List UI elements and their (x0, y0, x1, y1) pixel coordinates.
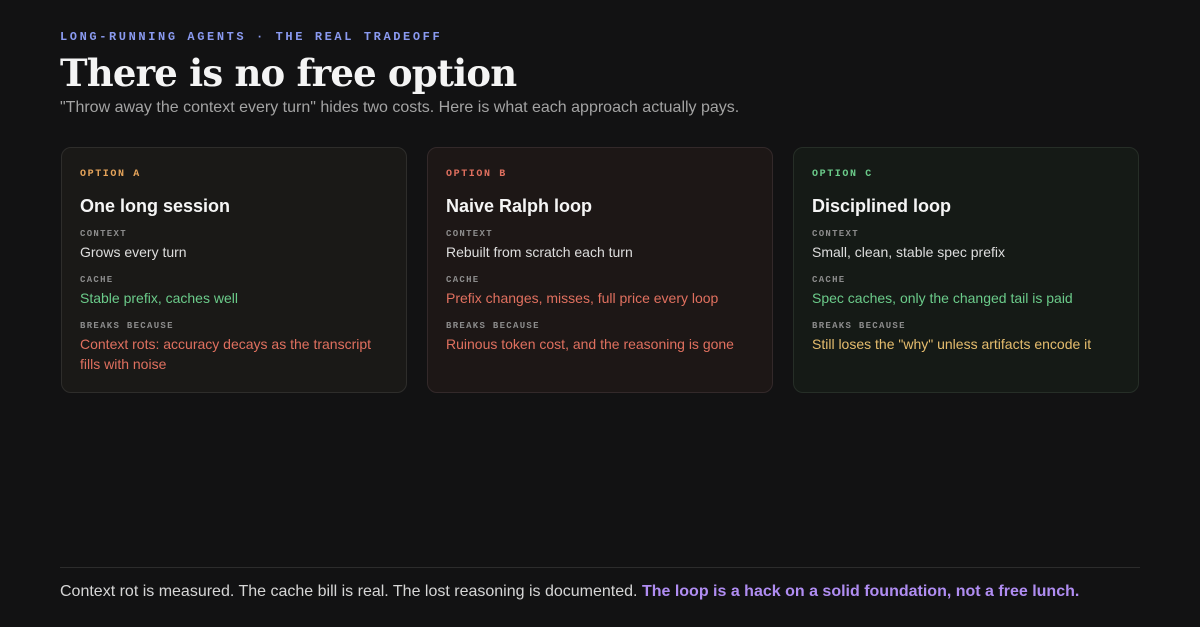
cache-label: CACHE (812, 275, 846, 285)
cache-value: Prefix changes, misses, full price every… (446, 290, 719, 306)
footer-emphasis: The loop is a hack on a solid foundation… (641, 583, 1080, 600)
breaks-value: Context rots: accuracy decays as the tra… (80, 336, 372, 372)
context-label: CONTEXT (446, 229, 493, 239)
footer-divider (60, 567, 1140, 568)
breaks-label: BREAKS BECAUSE (80, 321, 174, 331)
breaks-label: BREAKS BECAUSE (446, 321, 540, 331)
page-subtitle: "Throw away the context every turn" hide… (60, 99, 740, 116)
context-value: Grows every turn (80, 244, 187, 260)
option-label: OPTION B (446, 169, 507, 180)
option-title: One long session (80, 196, 231, 216)
kicker: LONG-RUNNING AGENTS · THE REAL TRADEOFF (60, 30, 443, 44)
cache-label: CACHE (80, 275, 114, 285)
breaks-value: Ruinous token cost, and the reasoning is… (446, 336, 734, 352)
cache-value: Spec caches, only the changed tail is pa… (812, 290, 1073, 306)
cache-label: CACHE (446, 275, 480, 285)
option-title: Naive Ralph loop (446, 196, 593, 216)
option-b-card: OPTION B Naive Ralph loop CONTEXT Rebuil… (427, 147, 773, 393)
option-a-card: OPTION A One long session CONTEXT Grows … (61, 147, 407, 393)
footer-text: Context rot is measured. The cache bill … (60, 583, 638, 600)
footer: Context rot is measured. The cache bill … (60, 582, 1079, 602)
context-label: CONTEXT (812, 229, 859, 239)
context-label: CONTEXT (80, 229, 127, 239)
breaks-label: BREAKS BECAUSE (812, 321, 906, 331)
option-label: OPTION C (812, 169, 873, 180)
option-c-card: OPTION C Disciplined loop CONTEXT Small,… (793, 147, 1139, 393)
page-title: There is no free option (60, 51, 517, 95)
context-value: Small, clean, stable spec prefix (812, 244, 1005, 260)
option-title: Disciplined loop (812, 196, 952, 216)
context-value: Rebuilt from scratch each turn (446, 244, 633, 260)
breaks-value: Still loses the "why" unless artifacts e… (812, 336, 1092, 352)
option-label: OPTION A (80, 169, 141, 180)
cache-value: Stable prefix, caches well (80, 290, 238, 306)
